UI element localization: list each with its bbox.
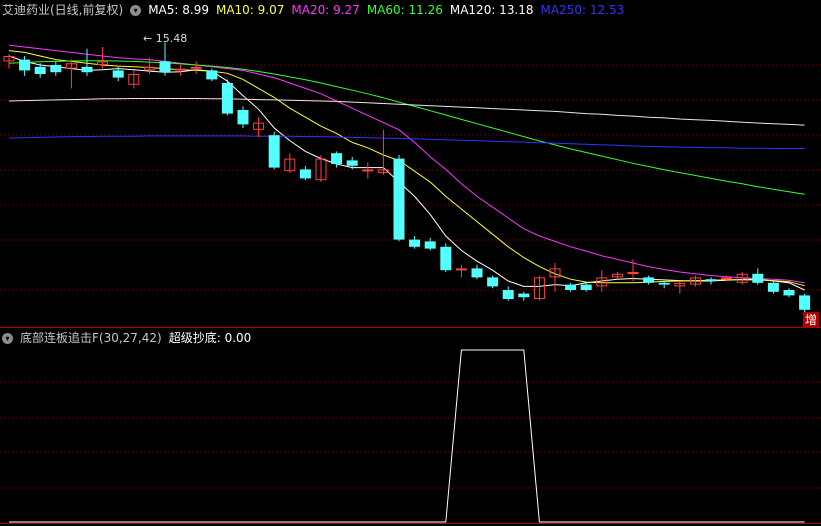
candle-body bbox=[627, 272, 639, 274]
candle-body bbox=[455, 268, 467, 271]
candle-body bbox=[190, 66, 202, 69]
zeng-badge[interactable]: 增 bbox=[802, 312, 819, 328]
ma-legend-item[interactable]: MA60: 11.26 bbox=[367, 3, 443, 17]
indicator-header: ▾ 底部连板追击F(30,27,42) 超级抄底: 0.00 bbox=[2, 329, 258, 347]
ma-line-ma120 bbox=[8, 98, 805, 126]
chart-canvas bbox=[0, 42, 821, 524]
candle-body bbox=[502, 290, 514, 299]
candle-body bbox=[565, 284, 577, 290]
candle-body bbox=[721, 277, 733, 280]
ma-line-ma10 bbox=[8, 50, 805, 287]
candle-body bbox=[159, 61, 171, 73]
candle-body bbox=[331, 153, 343, 164]
ma-legend-item[interactable]: MA120: 13.18 bbox=[450, 3, 534, 17]
candle-body bbox=[580, 284, 592, 290]
indicator-line bbox=[9, 349, 805, 523]
candle-body bbox=[705, 279, 717, 281]
stock-title[interactable]: 艾迪药业(日线,前复权) bbox=[2, 3, 123, 17]
candle-body bbox=[268, 135, 280, 168]
chevron-down-icon[interactable]: ▾ bbox=[130, 5, 142, 16]
candle-body bbox=[393, 158, 405, 240]
candle-body bbox=[34, 66, 46, 74]
indicator-name[interactable]: 底部连板追击F(30,27,42) bbox=[20, 331, 162, 345]
candle-body bbox=[471, 268, 483, 278]
ma-legend: MA5: 8.99 MA10: 9.07 MA20: 9.27 MA60: 11.26… bbox=[148, 3, 631, 17]
ma-legend-item[interactable]: MA250: 12.53 bbox=[541, 3, 625, 17]
candle-body bbox=[81, 66, 93, 73]
candle-body bbox=[19, 59, 31, 71]
candle-body bbox=[362, 169, 374, 172]
ma-line-ma250 bbox=[8, 135, 805, 149]
main-chart-header: 艾迪药业(日线,前复权) ▾ MA5: 8.99 MA10: 9.07 MA20: 9.… bbox=[2, 1, 638, 19]
candle-body bbox=[643, 277, 655, 283]
peak-price-label: ← 15.48 bbox=[143, 32, 188, 45]
candle-body bbox=[50, 65, 62, 73]
candle-body bbox=[299, 169, 311, 179]
chevron-down-icon[interactable]: ▾ bbox=[2, 333, 13, 344]
candle-body bbox=[221, 83, 233, 114]
ma-legend-item[interactable]: MA5: 8.99 bbox=[148, 3, 209, 17]
candle-body bbox=[175, 68, 187, 71]
candle-body bbox=[799, 295, 811, 310]
candle-body bbox=[237, 110, 249, 125]
ma-legend-item[interactable]: MA20: 9.27 bbox=[291, 3, 359, 17]
peak-price-value: 15.48 bbox=[155, 32, 188, 45]
candle-body bbox=[409, 239, 421, 247]
candle-body bbox=[112, 70, 124, 78]
indicator-value: 超级抄底: 0.00 bbox=[168, 331, 252, 345]
ma-line-ma5 bbox=[8, 55, 805, 291]
candle-body bbox=[346, 160, 358, 166]
candle-body bbox=[658, 282, 670, 285]
candle-body bbox=[767, 282, 779, 292]
candle-body bbox=[487, 277, 499, 287]
candle-body bbox=[752, 273, 764, 283]
candle-body bbox=[424, 241, 436, 249]
ma-legend-item[interactable]: MA10: 9.07 bbox=[216, 3, 284, 17]
candle-body bbox=[440, 246, 452, 271]
candle-body bbox=[783, 290, 795, 296]
candle-body bbox=[206, 70, 218, 80]
candle-body bbox=[518, 293, 530, 298]
